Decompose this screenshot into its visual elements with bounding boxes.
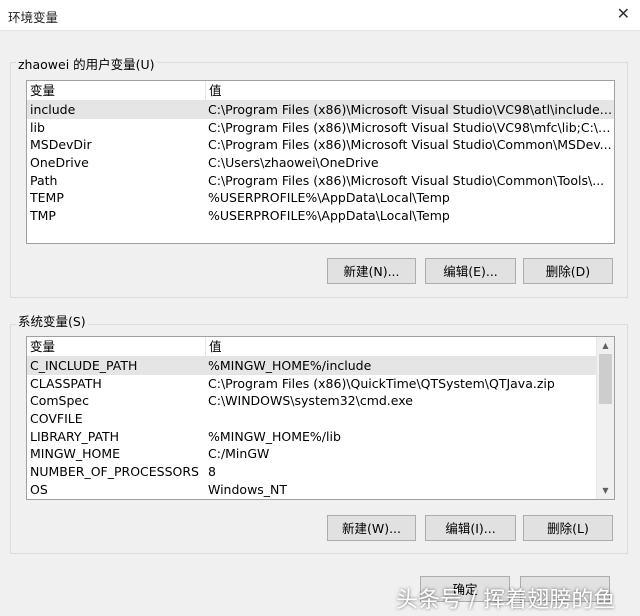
variable-value: C:\Program Files (x86)\Microsoft Visual … [208, 172, 605, 188]
variable-name: include [30, 102, 76, 117]
system-edit-button[interactable]: 编辑(I)... [425, 515, 516, 541]
table-row[interactable]: LIBRARY_PATH %MINGW_HOME%/lib [27, 428, 597, 446]
table-row[interactable]: include C:\Program Files (x86)\Microsoft … [27, 101, 614, 119]
variable-value: C:\Program Files (x86)\Microsoft Visual … [208, 102, 614, 117]
variable-name: MSDevDir [30, 137, 92, 153]
table-row[interactable]: OneDrive C:\Users\zhaowei\OneDrive [27, 154, 614, 172]
variable-name: OS [30, 481, 48, 497]
variable-value: C:\Users\zhaowei\OneDrive [208, 155, 379, 171]
variable-value: %MINGW_HOME%/include [208, 358, 372, 373]
watermark: 头条号 / 挥着翅膀的鱼 [396, 588, 616, 613]
close-icon[interactable]: ✕ [617, 4, 630, 23]
scroll-thumb[interactable] [599, 354, 612, 404]
variable-value: %MINGW_HOME%/lib [208, 428, 341, 444]
user-vars-label: zhaowei 的用户变量(U) [16, 54, 157, 73]
table-row[interactable]: OS Windows_NT [27, 481, 597, 499]
user-new-button[interactable]: 新建(N)... [327, 258, 416, 284]
system-delete-button[interactable]: 删除(L) [523, 515, 613, 541]
variable-name: NUMBER_OF_PROCESSORS [30, 464, 199, 480]
variable-value: C:\Program Files (x86)\Microsoft Visual … [208, 119, 614, 135]
variable-name: ComSpec [30, 393, 89, 409]
variable-name: OneDrive [30, 155, 89, 171]
variable-name: COVFILE [30, 411, 83, 427]
system-vars-rows: C_INCLUDE_PATH %MINGW_HOME%/include CLASSP… [27, 357, 597, 499]
table-row[interactable]: TEMP %USERPROFILE%\AppData\Local\Temp [27, 189, 614, 207]
table-row[interactable]: MSDevDir C:\Program Files (x86)\Microsoft… [27, 136, 614, 154]
table-row[interactable]: C_INCLUDE_PATH %MINGW_HOME%/include [27, 357, 597, 375]
table-row[interactable]: CLASSPATH C:\Program Files (x86)\QuickTim… [27, 375, 597, 393]
variable-value: C:\Program Files (x86)\Microsoft Visual … [208, 137, 612, 153]
system-vars-header: 变量 值 [27, 337, 597, 357]
user-vars-list[interactable]: 变量 值 include C:\Program Files (x86)\Micro… [26, 80, 615, 244]
variable-name: TEMP [30, 190, 64, 206]
variable-name: TMP [30, 208, 56, 224]
table-row[interactable]: TMP %USERPROFILE%\AppData\Local\Temp [27, 207, 614, 225]
variable-value: Windows_NT [208, 481, 288, 497]
variable-name: C_INCLUDE_PATH [30, 358, 138, 373]
title-bar: 环境变量 ✕ [0, 0, 640, 31]
variable-name: LIBRARY_PATH [30, 428, 120, 444]
window-title: 环境变量 [8, 10, 59, 25]
column-header-variable[interactable]: 变量 [27, 337, 205, 356]
variable-value: %USERPROFILE%\AppData\Local\Temp [208, 208, 450, 224]
variable-value: C:/MinGW [208, 446, 270, 462]
scroll-up-icon[interactable]: ▲ [597, 337, 614, 354]
variable-name: lib [30, 119, 45, 135]
table-row[interactable]: lib C:\Program Files (x86)\Microsoft Visu… [27, 119, 614, 137]
variable-value: 8 [208, 464, 216, 480]
variable-value [205, 410, 597, 428]
scroll-down-icon[interactable]: ▼ [597, 482, 614, 499]
column-header-variable[interactable]: 变量 [27, 81, 205, 100]
table-row[interactable]: Path C:\Program Files (x86)\Microsoft Vis… [27, 172, 614, 190]
column-header-value[interactable]: 值 [205, 337, 597, 356]
user-delete-button[interactable]: 删除(D) [523, 258, 613, 284]
system-vars-scrollbar[interactable]: ▲ ▼ [596, 337, 614, 499]
user-vars-header: 变量 值 [27, 81, 614, 101]
table-row[interactable]: ComSpec C:\WINDOWS\system32\cmd.exe [27, 392, 597, 410]
user-edit-button[interactable]: 编辑(E)... [425, 258, 516, 284]
variable-value: C:\WINDOWS\system32\cmd.exe [208, 393, 413, 409]
variable-value: %USERPROFILE%\AppData\Local\Temp [208, 190, 450, 206]
variable-value: C:\Program Files (x86)\QuickTime\QTSyste… [208, 375, 555, 391]
variable-name: Path [30, 172, 58, 188]
system-new-button[interactable]: 新建(W)... [327, 515, 416, 541]
table-row[interactable]: COVFILE [27, 410, 597, 428]
column-header-value[interactable]: 值 [205, 81, 614, 100]
table-row[interactable]: MINGW_HOME C:/MinGW [27, 445, 597, 463]
system-vars-list[interactable]: 变量 值 C_INCLUDE_PATH %MINGW_HOME%/include C… [26, 336, 615, 500]
user-vars-rows: include C:\Program Files (x86)\Microsoft … [27, 101, 614, 225]
variable-name: MINGW_HOME [30, 446, 121, 462]
table-row[interactable]: NUMBER_OF_PROCESSORS 8 [27, 463, 597, 481]
variable-name: CLASSPATH [30, 375, 102, 391]
system-vars-label: 系统变量(S) [16, 311, 88, 330]
